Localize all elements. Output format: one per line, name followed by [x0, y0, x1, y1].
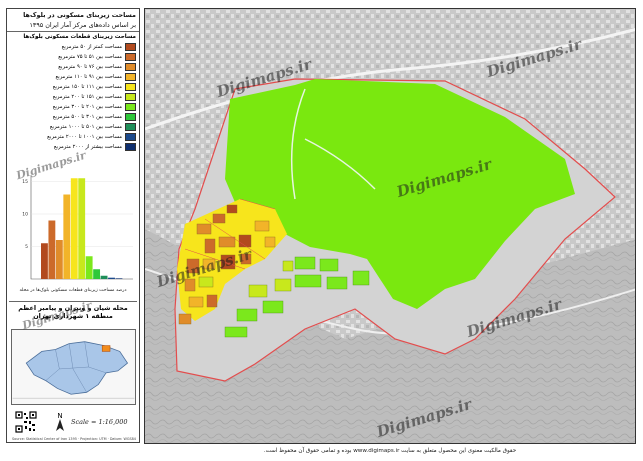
- legend-label: مساحت بیشتر از ۲۰۰۰ مترمربع: [53, 144, 122, 150]
- histogram-bar-91-110: [63, 194, 71, 279]
- north-arrow-icon: N: [56, 412, 64, 431]
- legend-label: مساحت بین ۳۰۱ تا ۵۰۰ مترمربع: [52, 114, 122, 120]
- legend-item: مساحت بین ۳۰۱ تا ۵۰۰ مترمربع: [10, 112, 136, 122]
- legend-list: مساحت کمتر از ۵۰ مترمربع مساحت بین ۵۱ تا …: [7, 42, 139, 152]
- study-area-marker: [101, 345, 111, 352]
- legend-item: مساحت بیشتر از ۲۰۰۰ مترمربع: [10, 142, 136, 152]
- y-tick-label: 10: [22, 212, 28, 218]
- svg-text:N: N: [57, 412, 62, 420]
- histogram-bar-151-200: [78, 178, 86, 279]
- legend-swatch: [125, 93, 136, 101]
- area-name: محله شیان و ونیران و پیامبر اعظم: [18, 304, 128, 312]
- legend-label: مساحت بین ۹۱ تا ۱۱۰ مترمربع: [55, 74, 122, 80]
- qr-code-icon: [15, 411, 37, 433]
- histogram-bar-111-150: [70, 178, 78, 279]
- location-inset-map: [11, 329, 136, 405]
- legend-label: مساحت بین ۵۰۱ تا ۱۰۰۰ مترمربع: [49, 124, 122, 130]
- legend-item: مساحت بین ۹۱ تا ۱۱۰ مترمربع: [10, 72, 136, 82]
- legend-item: مساحت بین ۱۰۰۱ تا ۲۰۰۰ مترمربع: [10, 132, 136, 142]
- legend-swatch: [125, 113, 136, 121]
- legend-label: مساحت بین ۱۱۱ تا ۱۵۰ مترمربع: [52, 84, 122, 90]
- histogram-bar->2000: [115, 278, 123, 279]
- legend-label: مساحت بین ۱۰۰۱ تا ۲۰۰۰ مترمربع: [47, 134, 122, 140]
- panel-subtitle: بر اساس داده‌های مرکز آمار ایران ۱۳۹۵: [29, 21, 136, 29]
- legend-swatch: [125, 63, 136, 71]
- copyright-footer: حقوق مالکیت معنوی این محصول متعلق به سای…: [263, 448, 517, 454]
- histogram-caption: درصد مساحت زیربنای قطعات مسکونی بلوک‌ها …: [19, 288, 127, 293]
- histogram-bar-76-90: [55, 240, 63, 279]
- legend-swatch: [125, 103, 136, 111]
- y-tick-label: 15: [22, 179, 28, 185]
- main-map: Digimaps.ir Digimaps.ir Digimaps.ir Digi…: [144, 8, 636, 444]
- y-tick-label: 5: [25, 244, 28, 250]
- legend-panel: مساحت زیربنای مسکونی در بلوک‌ها بر اساس …: [6, 8, 140, 443]
- histogram-bar-501-1000: [100, 275, 108, 279]
- legend-item: مساحت کمتر از ۵۰ مترمربع: [10, 42, 136, 52]
- histogram-bar-201-300: [85, 256, 93, 279]
- legend-item: مساحت بین ۱۱۱ تا ۱۵۰ مترمربع: [10, 82, 136, 92]
- map-sheet: مساحت زیربنای مسکونی در بلوک‌ها بر اساس …: [0, 0, 643, 461]
- histogram-chart: 5 10 15: [22, 175, 133, 280]
- histogram-bar-51-75: [48, 220, 56, 279]
- legend-heading: مساحت زیربنای قطعات مسکونی بلوک‌ها: [7, 31, 139, 42]
- map-canvas: [145, 9, 635, 443]
- legend-item: مساحت بین ۵۰۱ تا ۱۰۰۰ مترمربع: [10, 122, 136, 132]
- histogram-bar-1001-2000: [108, 277, 115, 279]
- legend-swatch: [125, 83, 136, 91]
- legend-swatch: [125, 143, 136, 151]
- panel-title: مساحت زیربنای مسکونی در بلوک‌ها: [23, 11, 136, 19]
- legend-label: مساحت بین ۲۰۱ تا ۳۰۰ مترمربع: [52, 104, 122, 110]
- scale-text: Scale = 1:16,000: [71, 418, 128, 426]
- histogram-bar-<50: [41, 243, 48, 279]
- district-name: منطقه ۱ شهرداری تهران: [33, 312, 113, 320]
- legend-swatch: [125, 53, 136, 61]
- legend-label: مساحت کمتر از ۵۰ مترمربع: [61, 44, 122, 50]
- legend-item: مساحت بین ۲۰۱ تا ۳۰۰ مترمربع: [10, 102, 136, 112]
- legend-label: مساحت بین ۱۵۱ تا ۲۰۰ مترمربع: [52, 94, 122, 100]
- legend-swatch: [125, 133, 136, 141]
- legend-swatch: [125, 73, 136, 81]
- credits-text: Source: Statistical Center of Iran 1395 …: [12, 437, 136, 441]
- legend-label: مساحت بین ۷۶ تا ۹۰ مترمربع: [58, 64, 122, 70]
- legend-item: مساحت بین ۱۵۱ تا ۲۰۰ مترمربع: [10, 92, 136, 102]
- histogram-bar-301-500: [93, 269, 101, 279]
- legend-label: مساحت بین ۵۱ تا ۷۵ مترمربع: [58, 54, 122, 60]
- legend-swatch: [125, 43, 136, 51]
- legend-item: مساحت بین ۷۶ تا ۹۰ مترمربع: [10, 62, 136, 72]
- legend-item: مساحت بین ۵۱ تا ۷۵ مترمربع: [10, 52, 136, 62]
- legend-swatch: [125, 123, 136, 131]
- area-title: محله شیان و ونیران و پیامبر اعظم منطقه ۱…: [9, 301, 137, 320]
